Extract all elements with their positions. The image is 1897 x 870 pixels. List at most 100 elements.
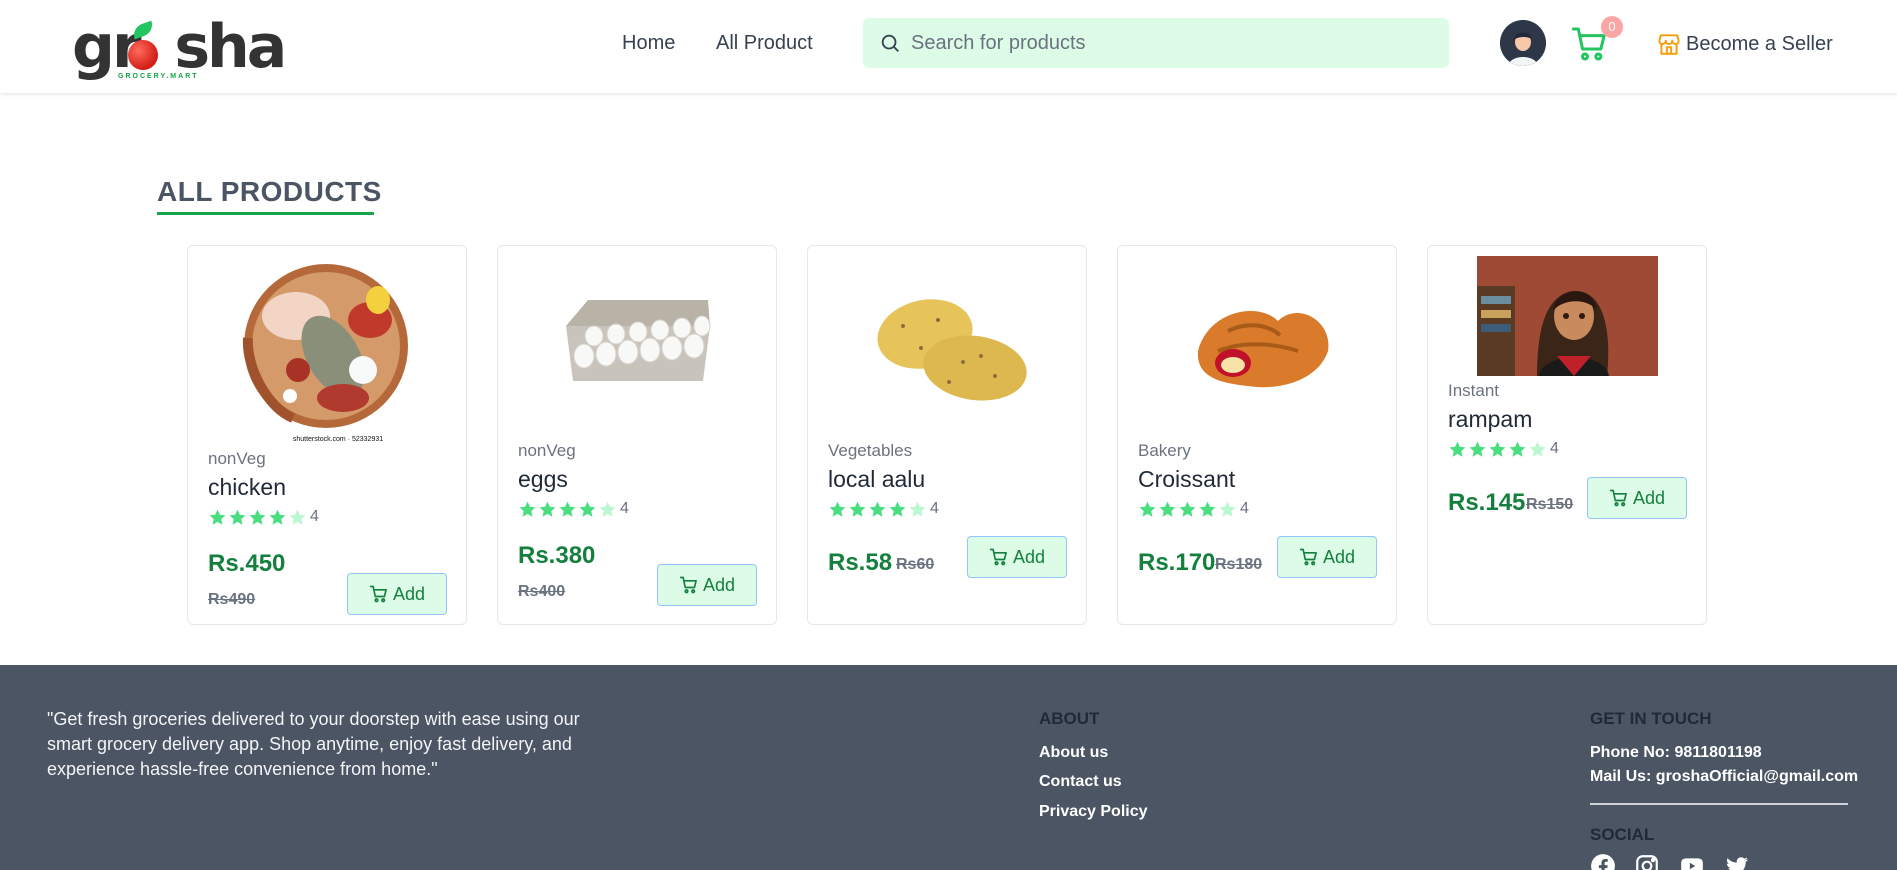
product-price: Rs.450 [208,550,286,577]
tomato-icon [128,40,158,70]
footer-social-heading: SOCIAL [1590,825,1655,844]
rating-number: 4 [1240,500,1249,517]
product-price: Rs.58 [828,549,893,576]
star-filled-icon [269,509,286,525]
product-card[interactable]: Vegetables local aalu 4 Rs.58 Rs60 Add [807,245,1087,625]
grosha-logo[interactable]: gr sha GROCERY.MART [72,12,287,82]
footer-tagline: "Get fresh groceries delivered to your d… [47,709,580,779]
star-empty-icon [1219,501,1236,517]
cart-count-badge: 0 [1601,16,1623,38]
star-filled-icon [829,501,846,517]
rating-number: 4 [1550,440,1559,457]
section-title: ALL PRODUCTS [157,176,382,207]
product-rating: 4 [208,507,319,527]
section-title-underline [157,212,374,215]
product-card[interactable]: nonVeg eggs 4 Rs.380 Rs400 Add [497,245,777,625]
product-name: eggs [518,466,568,492]
product-price: Rs.170 [1138,549,1216,576]
become-seller-link[interactable]: Become a Seller [1656,30,1833,58]
site-header: gr sha GROCERY.MART Home All Product 0 B… [0,0,1897,93]
footer-phone: Phone No: 9811801198 [1590,744,1762,761]
egg-carton-image [566,300,711,381]
logo-tagline: GROCERY.MART [118,73,199,80]
star-filled-icon [1489,441,1506,457]
user-avatar[interactable] [1500,20,1546,66]
footer-link-privacy-policy[interactable]: Privacy Policy [1039,803,1148,821]
nav-home-link[interactable]: Home [622,32,675,55]
product-old-price: Rs490 [208,591,256,608]
anime-girl-image [1477,256,1658,376]
footer-divider [1590,803,1848,805]
search-input[interactable] [911,18,1431,68]
nav-all-product-link[interactable]: All Product [716,32,813,55]
star-empty-icon [599,501,616,517]
add-to-cart-button[interactable]: Add [1587,477,1687,519]
product-old-price: Rs150 [1526,496,1574,513]
twitter-icon[interactable] [1724,853,1750,870]
star-filled-icon [1509,441,1526,457]
add-button-label: Add [702,574,736,595]
add-to-cart-button[interactable]: Add [347,573,447,615]
star-filled-icon [1159,501,1176,517]
meat-platter-image [238,258,414,434]
product-old-price: Rs180 [1215,556,1263,573]
cart-icon [369,585,387,603]
product-old-price: Rs400 [518,583,566,600]
star-empty-icon [289,509,306,525]
user-avatar-icon [1500,20,1546,66]
facebook-icon[interactable] [1590,853,1616,870]
product-price: Rs.145 [1448,489,1526,516]
footer-link-contact-us[interactable]: Contact us [1039,773,1122,791]
product-rating: 4 [828,499,939,519]
youtube-icon[interactable] [1679,853,1705,870]
product-name: Croissant [1138,466,1236,492]
star-filled-icon [1449,441,1466,457]
product-card[interactable]: Instant rampam 4 Rs.145 Rs150 Add [1427,245,1707,625]
star-filled-icon [849,501,866,517]
add-button-label: Add [392,583,426,604]
rating-number: 4 [620,500,629,517]
add-button-label: Add [1632,487,1666,508]
product-rating: 4 [1448,439,1559,459]
search-bar[interactable] [863,18,1449,68]
star-filled-icon [1199,501,1216,517]
star-filled-icon [869,501,886,517]
product-card[interactable]: shutterstock.com · 52332931 nonVeg chick… [187,245,467,625]
logo-wordmark: gr sha [72,12,287,82]
add-to-cart-button[interactable]: Add [967,536,1067,578]
cart-icon [679,576,697,594]
potatoes-image [877,299,1027,401]
product-category: Vegetables [828,441,913,460]
cart-icon [989,548,1007,566]
become-seller-label: Become a Seller [1686,32,1833,55]
product-card[interactable]: Bakery Croissant 4 Rs.170 Rs180 Add [1117,245,1397,625]
star-filled-icon [519,501,536,517]
product-rating: 4 [518,499,629,519]
star-filled-icon [1469,441,1486,457]
star-filled-icon [539,501,556,517]
product-category: nonVeg [208,449,266,468]
instagram-icon[interactable] [1634,853,1660,870]
product-price: Rs.380 [518,542,596,569]
rating-number: 4 [930,500,939,517]
search-icon [881,34,899,52]
star-filled-icon [559,501,576,517]
add-button-label: Add [1012,546,1046,567]
site-footer: "Get fresh groceries delivered to your d… [0,665,1897,870]
add-to-cart-button[interactable]: Add [1277,536,1377,578]
cart-icon [1299,548,1317,566]
product-old-price: Rs60 [896,556,935,573]
add-to-cart-button[interactable]: Add [657,564,757,606]
product-name: local aalu [828,466,926,492]
star-filled-icon [1139,501,1156,517]
footer-email[interactable]: Mail Us: groshaOfficial@gmail.com [1590,768,1858,786]
footer-link-about-us[interactable]: About us [1039,744,1108,762]
star-empty-icon [909,501,926,517]
footer-contact-heading: GET IN TOUCH [1590,709,1712,728]
product-category: nonVeg [518,441,576,460]
product-name: chicken [208,474,286,500]
star-filled-icon [249,509,266,525]
product-category: Instant [1448,381,1500,400]
star-filled-icon [1179,501,1196,517]
product-rating: 4 [1138,499,1249,519]
